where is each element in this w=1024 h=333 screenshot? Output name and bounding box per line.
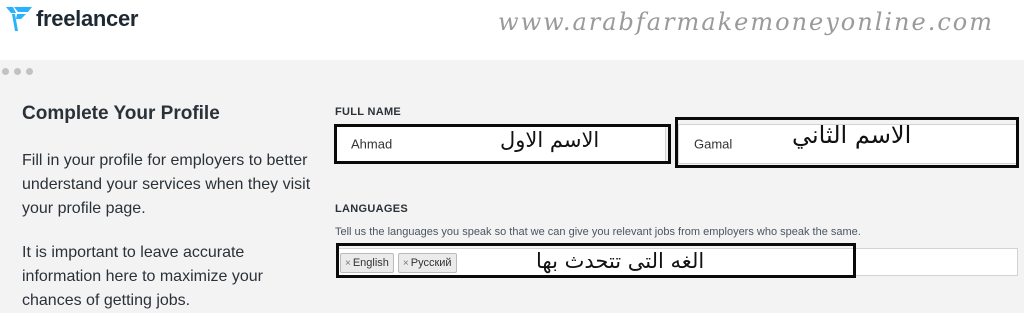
freelancer-bird-icon (6, 7, 32, 31)
dot (2, 68, 9, 75)
dot (14, 68, 21, 75)
first-name-arabic-label: الاسم الاول (500, 128, 600, 152)
logo-text: freelancer (36, 6, 139, 31)
top-header: freelancer www.arabfarmakemoneyonline.co… (0, 0, 1024, 60)
languages-label: LANGUAGES (335, 203, 408, 215)
ellipsis-dots-icon[interactable] (2, 68, 33, 75)
intro-paragraph-2: It is important to leave accurate inform… (22, 244, 263, 309)
last-name-arabic-label: الاسم الثاني (792, 121, 912, 149)
freelancer-logo[interactable]: freelancer (4, 5, 138, 33)
profile-intro: Complete Your Profile Fill in your profi… (22, 103, 322, 333)
watermark: www.arabfarmakemoneyonline.com (498, 8, 994, 36)
languages-helper-text: Tell us the languages you speak so that … (335, 226, 861, 238)
intro-paragraph-1: Fill in your profile for employers to be… (22, 152, 311, 217)
dot (26, 68, 33, 75)
languages-arabic-label: الغه التى تتحدث بها (536, 249, 705, 273)
full-name-label: FULL NAME (335, 106, 402, 118)
page-title: Complete Your Profile (22, 103, 220, 124)
